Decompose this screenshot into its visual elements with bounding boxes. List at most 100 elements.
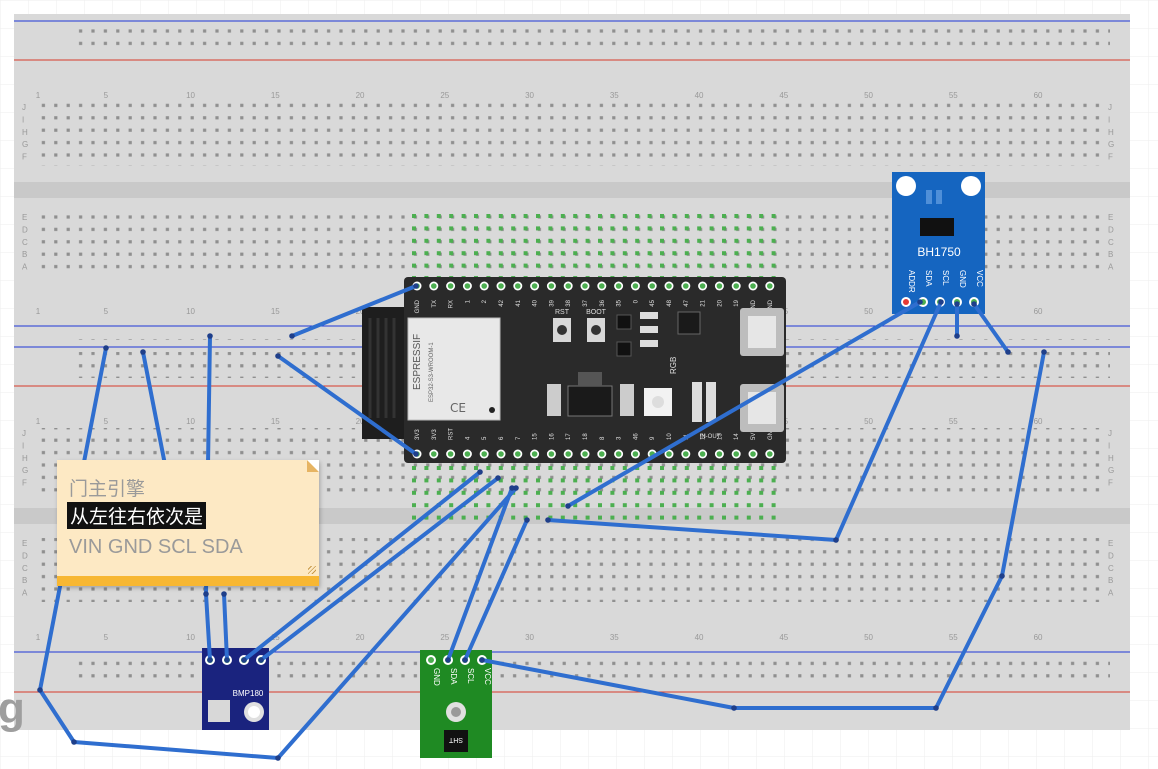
- column-number: 1: [36, 307, 41, 316]
- row-letter: H: [22, 454, 28, 463]
- esp32-pin-hole: [565, 451, 571, 457]
- active-hole: [474, 263, 478, 268]
- active-hole: [672, 478, 677, 483]
- active-hole: [573, 226, 578, 231]
- row-letter: G: [1108, 140, 1114, 149]
- active-hole: [449, 251, 454, 256]
- wire-bend-point: [71, 739, 77, 745]
- active-hole: [585, 226, 590, 231]
- active-hole: [573, 478, 578, 483]
- esp32-pin-label: 41: [516, 299, 522, 306]
- row-letter: C: [22, 564, 28, 573]
- column-number: 1: [36, 633, 41, 642]
- active-hole: [759, 515, 764, 520]
- note-highlight-text: 从左往右依次是: [67, 502, 207, 529]
- row-letter: H: [1108, 128, 1114, 137]
- active-hole: [722, 251, 726, 256]
- esp32-pin-hole: [615, 283, 622, 289]
- row-letter: F: [1108, 479, 1113, 488]
- active-hole: [461, 251, 466, 256]
- active-hole: [759, 478, 764, 483]
- active-hole: [722, 490, 726, 495]
- active-hole: [498, 466, 503, 470]
- regulator-tab: [578, 372, 602, 386]
- active-hole: [709, 214, 714, 218]
- ic-chip: [616, 341, 632, 357]
- active-hole: [424, 214, 429, 218]
- bmp180-label: BMP180: [233, 689, 264, 698]
- active-hole: [536, 226, 540, 231]
- active-hole: [709, 263, 714, 268]
- wire-bend-point: [445, 657, 451, 663]
- wire-bend-point: [258, 657, 264, 663]
- bh1750-pin-label: SCL: [941, 270, 950, 286]
- active-hole: [672, 238, 677, 243]
- sht-pin-label: GND: [432, 668, 441, 686]
- active-hole: [486, 263, 491, 268]
- active-hole: [672, 214, 677, 218]
- active-hole: [536, 478, 540, 483]
- active-hole: [412, 503, 416, 508]
- active-hole: [635, 238, 640, 243]
- esp32-pin-hole: [548, 451, 555, 457]
- sht-chip-label: SHT: [448, 736, 463, 743]
- active-hole: [486, 226, 491, 231]
- active-hole: [684, 466, 689, 470]
- column-number: 55: [949, 633, 958, 642]
- active-hole: [660, 490, 664, 495]
- active-hole: [424, 226, 429, 231]
- esp32-pin-label: RX: [449, 300, 455, 308]
- active-hole: [697, 214, 702, 218]
- boot-button-cap: [591, 325, 601, 335]
- active-hole: [412, 214, 416, 218]
- esp32-pin-label: 18: [583, 433, 589, 440]
- module-model-text: ESP32-S3-WROOM-1: [429, 342, 435, 402]
- active-hole: [511, 214, 516, 218]
- active-hole: [610, 466, 615, 470]
- light-window: [926, 190, 932, 204]
- active-hole: [697, 466, 702, 470]
- active-hole: [449, 226, 454, 231]
- esp32-pin-hole: [498, 283, 504, 289]
- wire-bend-point: [289, 333, 295, 339]
- active-hole: [622, 251, 627, 256]
- esp32-pin-hole: [565, 283, 571, 289]
- active-hole: [436, 478, 441, 483]
- row-letter: J: [1108, 103, 1112, 112]
- active-hole: [598, 226, 602, 231]
- active-hole: [511, 515, 516, 520]
- column-number: 35: [610, 633, 619, 642]
- esp32-pin-label: 10: [667, 433, 673, 440]
- active-hole: [461, 214, 466, 218]
- active-hole: [734, 251, 739, 256]
- esp32-pin-hole: [632, 451, 639, 457]
- resize-grip-icon[interactable]: [308, 566, 316, 574]
- active-hole: [660, 238, 664, 243]
- active-hole: [548, 503, 553, 508]
- column-number: 30: [525, 633, 534, 642]
- row-letter: I: [22, 115, 24, 124]
- active-hole: [449, 263, 454, 268]
- diode: [692, 382, 702, 422]
- wire-bend-point: [1041, 349, 1047, 355]
- esp32-pin-label: 15: [533, 433, 539, 440]
- active-hole: [734, 503, 739, 508]
- active-hole: [498, 251, 503, 256]
- active-hole: [771, 490, 776, 495]
- active-hole: [412, 263, 416, 268]
- row-letter: E: [22, 539, 27, 548]
- wire-bend-point: [509, 485, 515, 491]
- column-number: 40: [695, 91, 704, 100]
- voltage-regulator: [567, 385, 613, 417]
- note-bottom-bar: [57, 576, 319, 586]
- active-hole: [560, 214, 565, 218]
- sticky-note[interactable]: 门主引擎 从左往右依次是 VIN GND SCL SDA: [57, 460, 319, 586]
- active-hole: [709, 515, 714, 520]
- active-hole: [610, 251, 615, 256]
- row-letter: G: [1108, 466, 1114, 475]
- circuit-diagram: JJIIHHGGFFEEDDCCBBAA11551010151520202525…: [0, 0, 1158, 769]
- row-letter: E: [1108, 539, 1113, 548]
- active-hole: [622, 478, 627, 483]
- active-hole: [523, 503, 528, 508]
- active-hole: [548, 478, 553, 483]
